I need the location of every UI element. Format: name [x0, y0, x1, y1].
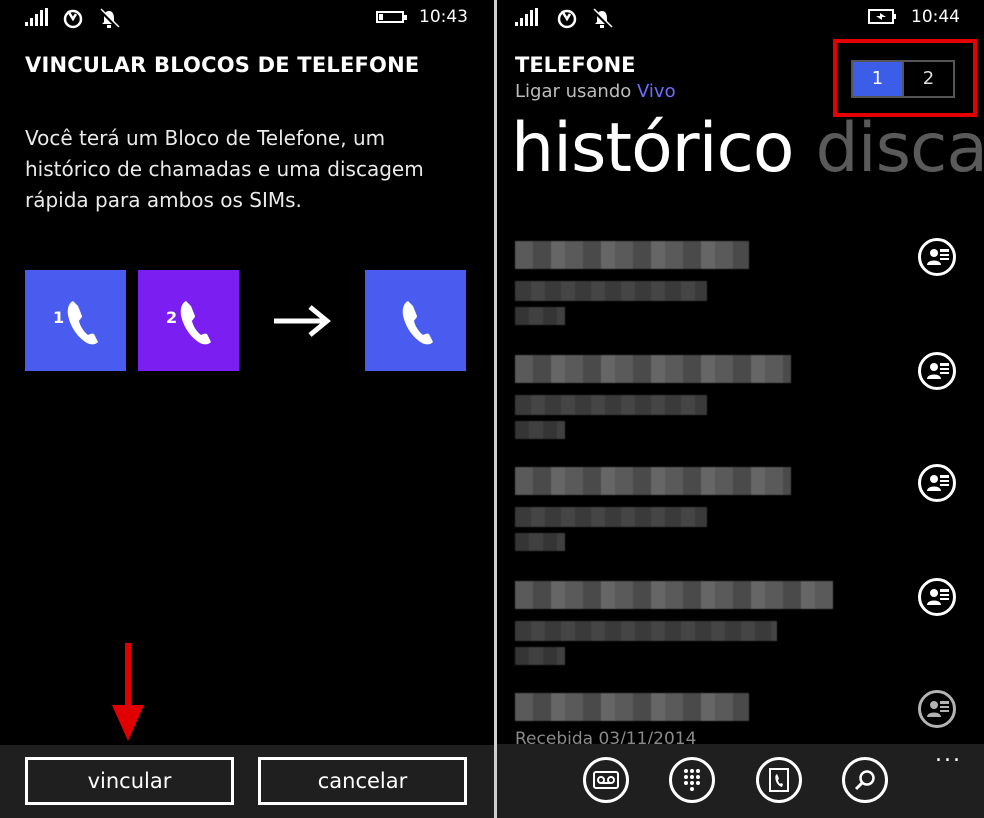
data-connection-icon: [62, 8, 84, 35]
redacted-call-detail: [515, 281, 707, 301]
call-history-item[interactable]: [515, 577, 915, 677]
down-arrow-annotation-icon: [112, 643, 144, 741]
redacted-call-detail: [515, 507, 707, 527]
signal-icon: [515, 8, 539, 33]
redacted-contact-name: [515, 467, 791, 495]
call-history-item[interactable]: [515, 351, 915, 451]
phone-history-screen: 10:44 TELEFONE Ligar usando Vivo 1 2 his…: [497, 0, 984, 818]
phone-icon: [180, 301, 211, 345]
sim2-toggle[interactable]: 2: [902, 62, 953, 96]
link-button[interactable]: vincular: [25, 757, 234, 805]
sim-number-label: 1: [53, 308, 65, 327]
data-connection-icon: [556, 8, 578, 35]
app-bar: ...: [497, 742, 984, 818]
sim2-phone-tile: 2: [138, 270, 239, 371]
contact-details-icon[interactable]: [918, 238, 956, 276]
battery-icon: [376, 11, 407, 23]
app-bar: vincular cancelar: [0, 745, 494, 818]
call-using-prefix: Ligar usando: [515, 81, 632, 102]
contacts-icon[interactable]: [756, 757, 802, 803]
redacted-call-detail: [515, 647, 565, 665]
status-bar: 10:44: [497, 0, 984, 36]
carrier-name[interactable]: Vivo: [637, 81, 676, 102]
status-bar: 10:43: [0, 0, 494, 36]
right-arrow-icon: [274, 305, 331, 337]
redacted-call-detail: [515, 395, 707, 415]
redacted-call-detail: [515, 421, 565, 439]
call-history-item[interactable]: [515, 463, 915, 563]
redacted-contact-name: [515, 581, 833, 609]
signal-icon: [25, 8, 49, 33]
redacted-contact-name: [515, 693, 749, 721]
sim1-phone-tile: 1: [25, 270, 126, 371]
quiet-hours-icon: [98, 8, 120, 35]
description-text: Você terá um Bloco de Telefone, um histó…: [25, 126, 424, 212]
contact-details-icon[interactable]: [918, 690, 956, 728]
pivot-header: histórico discag: [511, 109, 984, 188]
voicemail-icon[interactable]: [583, 757, 629, 803]
redacted-contact-name: [515, 241, 749, 269]
sim-selector[interactable]: 1 2: [851, 60, 955, 98]
page-title: VINCULAR BLOCOS DE TELEFONE: [25, 53, 420, 77]
cancel-button[interactable]: cancelar: [258, 757, 467, 805]
keypad-icon[interactable]: [669, 757, 715, 803]
quiet-hours-icon: [591, 8, 613, 35]
more-options-button[interactable]: ...: [935, 742, 962, 767]
search-icon[interactable]: [842, 757, 888, 803]
call-using-label: Ligar usando Vivo: [515, 81, 676, 102]
clock: 10:44: [911, 7, 960, 27]
sim-number-label: 2: [166, 308, 178, 327]
tab-dial[interactable]: discag: [816, 109, 984, 188]
app-title: TELEFONE: [515, 53, 636, 77]
contact-details-icon[interactable]: [918, 352, 956, 390]
merged-phone-tile: [365, 270, 466, 371]
tab-history[interactable]: histórico: [511, 109, 795, 188]
redacted-call-detail: [515, 621, 777, 641]
phone-icon: [67, 301, 98, 345]
sim1-toggle[interactable]: 1: [853, 62, 902, 96]
phone-icon: [402, 301, 433, 345]
contact-details-icon[interactable]: [918, 578, 956, 616]
link-phone-screen: 10:43 VINCULAR BLOCOS DE TELEFONE Você t…: [0, 0, 494, 818]
redacted-call-detail: [515, 307, 565, 325]
charging-battery-icon: [868, 8, 898, 31]
redacted-contact-name: [515, 355, 791, 383]
contact-details-icon[interactable]: [918, 464, 956, 502]
call-history-item[interactable]: [515, 237, 915, 337]
redacted-call-detail: [515, 533, 565, 551]
clock: 10:43: [419, 7, 468, 27]
